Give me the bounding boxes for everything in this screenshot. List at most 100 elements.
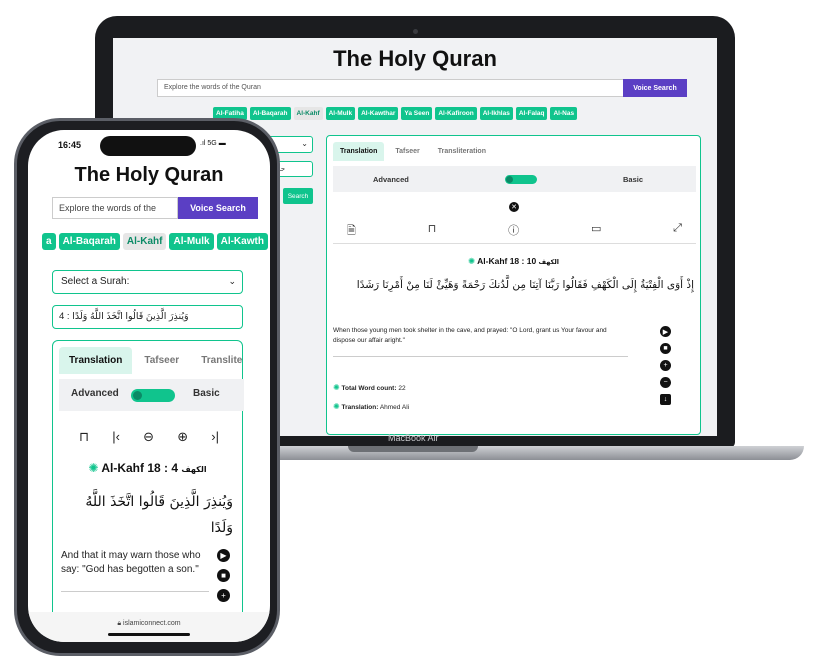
star-icon: ✺: [333, 383, 340, 392]
tab-translation[interactable]: Translation: [333, 142, 385, 161]
status-time: 16:45: [58, 140, 82, 150]
verse-translation: When those young men took shelter in the…: [333, 327, 607, 344]
tab-tafseer[interactable]: Tafseer: [134, 347, 189, 374]
tab-transliteration[interactable]: Transliteration: [431, 142, 493, 161]
surah-chip-al-mulk[interactable]: Al-Mulk: [325, 107, 356, 120]
surah-chip-al-kafiroon[interactable]: Al-Kafiroon: [435, 107, 477, 120]
next-verse-icon[interactable]: ⊕: [177, 429, 188, 445]
word-count-label: Total Word count:: [341, 385, 397, 392]
tab-bar: Translation Tafseer Transliteration: [333, 142, 493, 161]
mode-toggle[interactable]: [505, 175, 537, 184]
close-icon[interactable]: ✕: [509, 202, 519, 212]
tab-bar: Translation Tafseer Translite: [59, 347, 252, 374]
lock-icon: 🔒︎: [117, 620, 122, 627]
surah-chip-partial[interactable]: a: [42, 233, 56, 250]
voice-search-button[interactable]: Voice Search: [178, 197, 258, 219]
surah-select-label: Select a Surah:: [61, 276, 130, 287]
translator-label: Translation:: [341, 404, 379, 411]
audio-controls: ▶ ■ +: [217, 549, 230, 602]
surah-select[interactable]: Select a Surah: ⌄: [52, 270, 243, 294]
mode-advanced-label: Advanced: [71, 388, 119, 399]
surah-chip-al-mulk[interactable]: Al-Mulk: [169, 233, 214, 250]
play-icon[interactable]: ▶: [217, 549, 230, 562]
surah-chip-list: a Al-Baqarah Al-Kahf Al-Mulk Al-Kawth: [42, 233, 268, 250]
play-icon[interactable]: ▶: [660, 326, 671, 337]
surah-chip-al-kawthar[interactable]: Al-Kawthar: [358, 107, 399, 120]
comment-icon[interactable]: ▭: [591, 222, 601, 241]
translator-row: ✺ Translation: Ahmed Ali: [333, 402, 409, 411]
info-icon[interactable]: ⓘ: [508, 222, 519, 241]
dynamic-island: [100, 136, 196, 156]
surah-chip-ya-seen[interactable]: Ya Seen: [401, 107, 433, 120]
divider: [61, 591, 209, 592]
surah-chip-al-kawthar[interactable]: Al-Kawth: [216, 233, 268, 250]
browser-url: 🔒︎ islamiconnect.com: [28, 620, 270, 628]
star-icon: ✺: [88, 461, 99, 475]
previous-verse-icon[interactable]: ⊖: [143, 429, 154, 445]
audio-controls: ▶ ■ + − ↓: [660, 326, 671, 405]
home-indicator: [108, 633, 190, 636]
surah-chip-al-baqarah[interactable]: Al-Baqarah: [249, 107, 291, 120]
search-input[interactable]: Explore the words of the Quran: [157, 79, 627, 97]
surah-chip-al-ikhlas[interactable]: Al-Ikhlas: [479, 107, 513, 120]
zoom-out-icon[interactable]: −: [660, 377, 671, 388]
surah-chip-al-kahf[interactable]: Al-Kahf: [293, 107, 323, 120]
zoom-in-icon[interactable]: +: [217, 589, 230, 602]
star-icon: ✺: [333, 402, 340, 411]
tab-transliteration[interactable]: Translite: [191, 347, 252, 374]
mode-basic-label: Basic: [623, 174, 644, 184]
page-title: The Holy Quran: [333, 46, 497, 71]
voice-search-button[interactable]: Voice Search: [623, 79, 687, 97]
verse-reference-text: Al-Kahf 18 : 10: [477, 256, 537, 266]
laptop-camera: [413, 29, 418, 34]
verse-input[interactable]: وَيُنذِرَ الَّذِينَ قَالُوا اتَّخَذَ الل…: [52, 305, 243, 329]
stop-icon[interactable]: ■: [217, 569, 230, 582]
divider: [333, 356, 628, 357]
chevron-down-icon: ⌄: [228, 276, 236, 286]
verse-reference-arabic: الكهف: [181, 465, 207, 474]
translator-name: Ahmed Ali: [379, 404, 410, 411]
surah-chip-al-kahf[interactable]: Al-Kahf: [122, 233, 167, 250]
download-icon[interactable]: ↓: [660, 394, 671, 405]
divider: [333, 243, 696, 244]
mode-basic-label: Basic: [193, 388, 220, 399]
expand-icon[interactable]: ⤢: [673, 222, 682, 241]
bookmark-icon[interactable]: ⊓: [428, 222, 437, 241]
arabic-verse: إِذْ أَوَى الْفِتْيَةُ إِلَى الْكَهْفِ ف…: [356, 279, 694, 291]
zoom-in-icon[interactable]: +: [660, 360, 671, 371]
surah-chip-al-baqarah[interactable]: Al-Baqarah: [58, 233, 120, 250]
surah-chip-list: Al-Fatiha Al-Baqarah Al-Kahf Al-Mulk Al-…: [213, 107, 578, 120]
status-signal: .ıl 5G ▬: [200, 140, 226, 147]
search-input[interactable]: Explore the words of the: [52, 197, 178, 219]
mode-switch-bar: Advanced Basic: [333, 166, 696, 192]
document-icon[interactable]: 🗎: [347, 222, 356, 241]
verse-reference: ✺ Al-Kahf 18 : 10 الكهف: [327, 256, 700, 267]
battery-icon: ▬: [218, 140, 226, 147]
browser-url-text: islamiconnect.com: [123, 620, 181, 627]
stop-icon[interactable]: ■: [660, 343, 671, 354]
arabic-verse: وَيُنذِرَ الَّذِينَ قَالُوا اتَّخَذَ الل…: [85, 494, 233, 536]
signal-icon: .ıl: [200, 140, 206, 147]
star-icon: ✺: [467, 256, 476, 266]
first-verse-icon[interactable]: |‹: [112, 429, 120, 445]
word-count-value: 22: [398, 385, 406, 392]
mode-switch-bar: Advanced Basic: [59, 379, 244, 411]
verse-toolbar: 🗎 ⊓ ⓘ ▭ ⤢: [347, 222, 682, 241]
bookmark-icon[interactable]: ⊓: [79, 429, 89, 445]
surah-chip-al-nas[interactable]: Al-Nas: [550, 107, 578, 120]
verse-translation: And that it may warn those who say: "God…: [61, 550, 201, 575]
verse-navigation: ⊓ |‹ ⊖ ⊕ ›|: [79, 429, 219, 445]
verse-card: Translation Tafseer Translite Advanced B…: [52, 340, 244, 642]
page-title: The Holy Quran: [74, 164, 224, 186]
surah-chip-al-falaq[interactable]: Al-Falaq: [515, 107, 548, 120]
last-verse-icon[interactable]: ›|: [211, 429, 219, 445]
mode-toggle[interactable]: [131, 389, 175, 402]
laptop-brand-label: MacBook Air: [388, 433, 439, 443]
laptop-notch: [348, 446, 478, 452]
verse-reference: ✺ Al-Kahf 18 : 4 الكهف: [53, 461, 242, 475]
word-count-row: ✺ Total Word count: 22: [333, 383, 406, 392]
device-mockup: The Holy Quran Explore the words of the …: [0, 0, 820, 666]
tab-translation[interactable]: Translation: [59, 347, 133, 374]
verse-search-button[interactable]: Search: [283, 188, 313, 204]
tab-tafseer[interactable]: Tafseer: [388, 142, 426, 161]
